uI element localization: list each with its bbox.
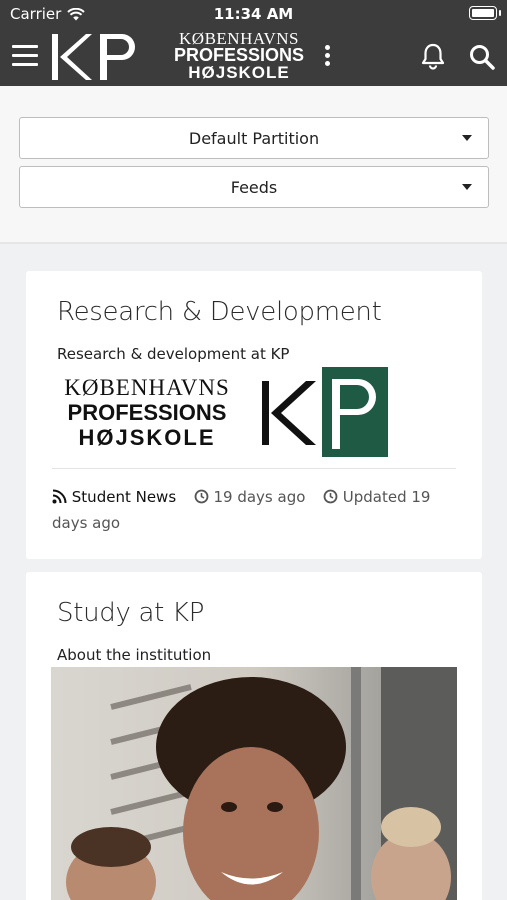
status-time: 11:34 AM xyxy=(213,5,294,23)
rss-icon xyxy=(52,489,67,504)
search-icon[interactable] xyxy=(468,43,496,71)
battery-icon xyxy=(469,6,497,20)
card-meta: Student News 19 days ago Updated 19 days… xyxy=(52,484,462,536)
card-title[interactable]: Study at KP xyxy=(57,598,204,628)
bell-icon[interactable] xyxy=(420,42,446,70)
wordmark-line-1: KØBENHAVNS xyxy=(64,375,230,400)
app-header: KØBENHAVNS PROFESSIONS HØJSKOLE xyxy=(0,28,507,86)
filter-area: Default Partition Feeds xyxy=(0,86,507,244)
feeds-select[interactable]: Feeds xyxy=(19,166,489,208)
feed-card[interactable]: Research & Development Research & develo… xyxy=(26,271,482,559)
brand-wordmark: KØBENHAVNS PROFESSIONS HØJSKOLE xyxy=(168,30,310,81)
feeds-select-value: Feeds xyxy=(230,177,278,197)
card-divider xyxy=(52,468,456,469)
card-title[interactable]: Research & Development xyxy=(57,297,382,327)
kp-logo[interactable] xyxy=(50,31,145,83)
feed-card[interactable]: Study at KP About the institution xyxy=(26,572,482,900)
card-description: About the institution xyxy=(57,646,212,664)
caret-down-icon xyxy=(462,184,472,190)
kp-logo-mark xyxy=(262,367,388,457)
card-age: 19 days ago xyxy=(213,488,306,506)
status-bar: Carrier 11:34 AM xyxy=(0,0,507,28)
feed-name[interactable]: Student News xyxy=(72,488,176,506)
kebab-menu-icon[interactable] xyxy=(325,45,333,69)
wordmark-line-3: HØJSKOLE xyxy=(78,425,216,450)
clock-icon xyxy=(194,489,209,504)
partition-select[interactable]: Default Partition xyxy=(19,117,489,159)
card-description: Research & development at KP xyxy=(57,345,290,363)
card-image: KØBENHAVNS PROFESSIONS HØJSKOLE xyxy=(57,367,397,459)
caret-down-icon xyxy=(462,135,472,141)
brand-line-2: PROFESSIONS xyxy=(173,45,305,65)
kp-wordmark: KØBENHAVNS PROFESSIONS HØJSKOLE xyxy=(57,375,237,450)
brand-line-3: HØJSKOLE xyxy=(188,63,290,82)
clock-icon xyxy=(323,489,338,504)
wordmark-line-2: PROFESSIONS xyxy=(67,400,227,425)
partition-select-value: Default Partition xyxy=(188,128,320,148)
student-photo xyxy=(51,667,457,900)
menu-icon[interactable] xyxy=(12,45,38,67)
